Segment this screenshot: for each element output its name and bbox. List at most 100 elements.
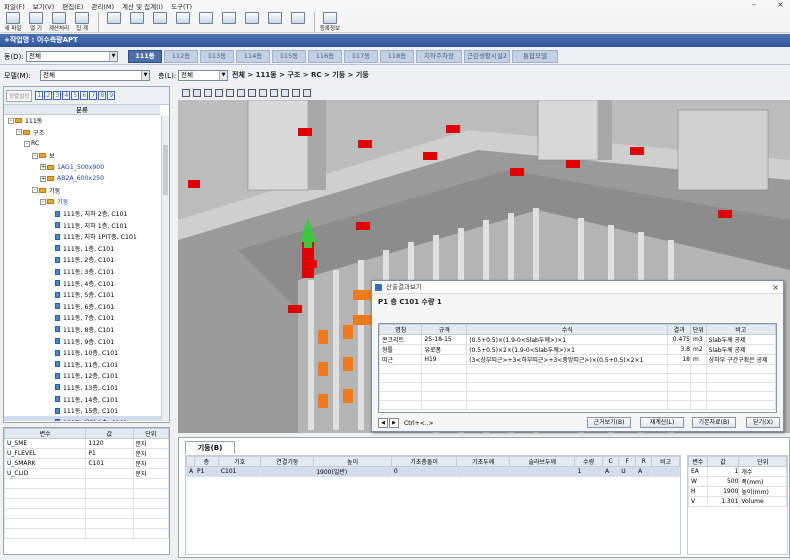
- tree-node[interactable]: - 기둥: [4, 196, 169, 208]
- dialog-button[interactable]: 기본자료(B): [692, 417, 736, 428]
- tab-columns[interactable]: 기둥(B): [185, 441, 235, 454]
- level-button[interactable]: 1: [35, 91, 44, 100]
- table-row[interactable]: U_FLEVEL P1 문자: [3, 448, 169, 459]
- floor-select[interactable]: 전체 ▼: [178, 70, 228, 81]
- building-tab[interactable]: 115동: [272, 50, 306, 63]
- building-tab[interactable]: 근린생활시설2: [464, 50, 510, 63]
- level-button[interactable]: 2: [44, 91, 53, 100]
- tree-node[interactable]: 111동, 6층, C101: [4, 301, 169, 313]
- toolbar-button[interactable]: 등록정보: [319, 11, 341, 32]
- tree-node[interactable]: 111동, 10층, C101: [4, 347, 169, 359]
- collapse-icon[interactable]: -: [32, 152, 38, 159]
- tree-node[interactable]: 111동, 지하 2층, C101: [4, 208, 169, 220]
- table-row[interactable]: EA 1 개수: [688, 466, 787, 477]
- tree-node[interactable]: 111동, 8층, C101: [4, 324, 169, 336]
- view-cube-icon[interactable]: [226, 89, 234, 97]
- tree-node[interactable]: 111동, 옥탑 1층, C101: [4, 416, 169, 421]
- model-select[interactable]: 전체 ▼: [40, 70, 150, 81]
- tree-node[interactable]: 111동, 4층, C101: [4, 277, 169, 289]
- dialog-button[interactable]: 닫기(X): [746, 417, 780, 428]
- table-row[interactable]: U_CLID 문자: [3, 468, 169, 479]
- view-cube-icon[interactable]: [215, 89, 223, 97]
- toolbar-button[interactable]: [218, 11, 240, 24]
- table-row[interactable]: A P1 C101 1900(일반) 0 1 A U A: [186, 466, 680, 477]
- scroll-thumb[interactable]: [163, 145, 168, 195]
- tree-node[interactable]: 111동, 15층, C101: [4, 405, 169, 417]
- view-cube-icon[interactable]: [204, 89, 212, 97]
- menu-item[interactable]: 파일(F): [4, 1, 25, 11]
- view-cube-icon[interactable]: [270, 89, 278, 97]
- tree-node[interactable]: -보: [4, 150, 169, 162]
- toolbar-button[interactable]: [103, 11, 125, 24]
- close-window-button[interactable]: ×: [777, 0, 784, 9]
- view-cube-icon[interactable]: [281, 89, 289, 97]
- level-button[interactable]: 3: [53, 91, 62, 100]
- collapse-icon[interactable]: -: [40, 198, 46, 205]
- building-tab[interactable]: 114동: [236, 50, 270, 63]
- tree-node[interactable]: - 기둥: [4, 185, 169, 197]
- table-row[interactable]: U_SMARK C101 문자: [3, 458, 169, 469]
- toolbar-button[interactable]: [149, 11, 171, 24]
- table-row[interactable]: 콘크리트 25-18-15 (0.5+0.5)×(1.9-0<Slab두께>)×1 0…: [379, 334, 776, 345]
- tree-node[interactable]: + AB2A_600x250: [4, 173, 169, 185]
- toolbar-button[interactable]: [287, 11, 309, 24]
- menu-item[interactable]: 보기(V): [33, 1, 54, 11]
- toolbar-button[interactable]: [241, 11, 263, 24]
- tree-node[interactable]: 111동, 7층, C101: [4, 312, 169, 324]
- tree-node[interactable]: - 111동: [4, 115, 169, 127]
- level-button[interactable]: 5: [71, 91, 80, 100]
- building-tab[interactable]: 113동: [200, 50, 234, 63]
- view-camera-icon[interactable]: [193, 89, 201, 97]
- building-tab[interactable]: 112동: [164, 50, 198, 63]
- dialog-button[interactable]: 재계산(L): [640, 417, 684, 428]
- tree-node[interactable]: 111동, 11층, C101: [4, 358, 169, 370]
- view-home-icon[interactable]: [182, 89, 190, 97]
- menu-item[interactable]: 편집(E): [62, 1, 83, 11]
- tree-node[interactable]: 111동, 지하 1층, C101: [4, 219, 169, 231]
- toolbar-button[interactable]: [172, 11, 194, 24]
- table-row[interactable]: 형틀 유로폼 (0.5+0.5)×2×(1.9-0<Slab두께>)×1 3.8 m2 S…: [379, 344, 776, 355]
- table-row[interactable]: W 500 폭(mm): [688, 476, 787, 487]
- collapse-icon[interactable]: -: [8, 117, 14, 124]
- building-tab[interactable]: 118동: [380, 50, 414, 63]
- tree-node[interactable]: 111동, 1층, C101: [4, 243, 169, 255]
- tree-node[interactable]: 111동, 9층, C101: [4, 335, 169, 347]
- next-arrow-icon[interactable]: ▶: [389, 418, 399, 428]
- tree-node[interactable]: 111동, 12층, C101: [4, 370, 169, 382]
- expand-icon[interactable]: +: [40, 164, 46, 171]
- toolbar-button[interactable]: [126, 11, 148, 24]
- building-tab[interactable]: 117동: [344, 50, 378, 63]
- level-button[interactable]: 7: [89, 91, 98, 100]
- tree-node[interactable]: - 구조: [4, 127, 169, 139]
- sort-settings-button[interactable]: 정렬설정: [6, 89, 33, 102]
- minimize-button[interactable]: –: [752, 0, 756, 9]
- tree-node[interactable]: - RC: [4, 138, 169, 150]
- level-button[interactable]: 8: [98, 91, 107, 100]
- tree-node[interactable]: 111동, 5층, C101: [4, 289, 169, 301]
- table-row[interactable]: H 1900 높이(mm): [688, 486, 787, 497]
- building-select[interactable]: 전체 ▼: [26, 51, 118, 62]
- building-tab[interactable]: 116동: [308, 50, 342, 63]
- tree-node[interactable]: 111동, 3층, C101: [4, 266, 169, 278]
- close-icon[interactable]: ×: [772, 281, 779, 294]
- tree-node[interactable]: 111동, 14층, C101: [4, 393, 169, 405]
- menu-item[interactable]: 계산 및 집계(I): [122, 1, 163, 11]
- building-tab[interactable]: 통합모델: [512, 50, 558, 63]
- prev-arrow-icon[interactable]: ◀: [378, 418, 388, 428]
- view-cube-icon[interactable]: [248, 89, 256, 97]
- collapse-icon[interactable]: -: [32, 187, 38, 194]
- dialog-button[interactable]: 근거보기(B): [587, 417, 631, 428]
- tree-node[interactable]: +1AG1_500x900: [4, 161, 169, 173]
- toolbar-button[interactable]: 열 기: [25, 11, 47, 32]
- toolbar-button[interactable]: 새 파일: [2, 11, 24, 32]
- table-row[interactable]: 띠근 H19 (3<상부띠근>+3<하부띠근>+3<중앙띠근>)×(0.5+0.5)…: [379, 354, 776, 365]
- level-button[interactable]: 9: [107, 91, 116, 100]
- tree-node[interactable]: 111동, 2층, C101: [4, 254, 169, 266]
- collapse-icon[interactable]: -: [24, 140, 30, 147]
- toolbar-button[interactable]: [264, 11, 286, 24]
- toolbar-button[interactable]: [195, 11, 217, 24]
- table-row[interactable]: U_SME 1120 문자: [3, 438, 169, 449]
- expand-icon[interactable]: +: [40, 175, 46, 182]
- toolbar-button[interactable]: 집 계: [71, 11, 93, 32]
- tree-node[interactable]: 111동, 지하 1PIT층, C101: [4, 231, 169, 243]
